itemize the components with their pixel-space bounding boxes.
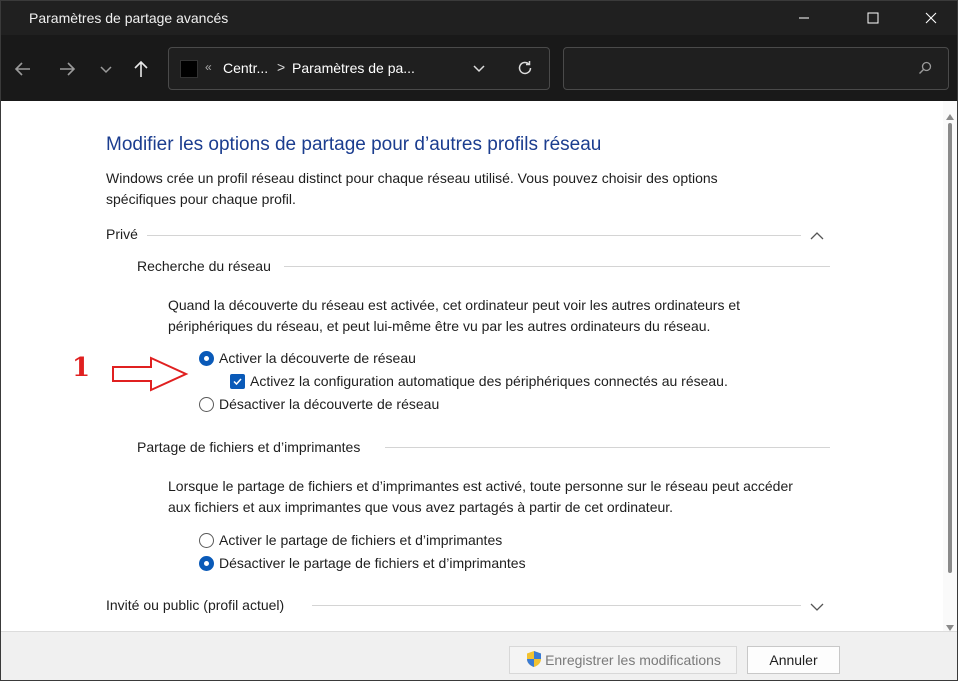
page-intro: Windows crée un profil réseau distinct p…	[106, 170, 718, 207]
file-sharing-label: Partage de fichiers et d’imprimantes	[137, 439, 361, 455]
radio-selected-icon[interactable]	[199, 350, 214, 366]
divider	[147, 235, 801, 236]
close-icon	[925, 12, 937, 24]
radio-label[interactable]: Désactiver la découverte de réseau	[219, 396, 439, 412]
page-title: Modifier les options de partage pour d’a…	[106, 134, 602, 155]
divider	[312, 605, 801, 606]
search-icon[interactable]	[918, 61, 932, 78]
radio-unselected-icon[interactable]	[199, 396, 214, 412]
radio-enable-discovery[interactable]: Activer la découverte de réseau	[199, 350, 416, 366]
save-changes-label[interactable]: Enregistrer les modifications	[545, 652, 721, 668]
chevron-down-icon	[810, 603, 824, 611]
address-dropdown-button[interactable]	[471, 60, 487, 79]
window-title: Paramètres de partage avancés	[29, 10, 229, 26]
window: Paramètres de partage avancés « Centr...	[0, 0, 958, 681]
vertical-scrollbar[interactable]	[943, 101, 957, 631]
title-bar: Paramètres de partage avancés	[1, 1, 957, 35]
radio-unselected-icon[interactable]	[199, 532, 214, 548]
maximize-button[interactable]	[850, 1, 896, 35]
address-bar[interactable]: « Centr... > Paramètres de pa...	[168, 47, 550, 90]
cancel-button[interactable]: Annuler	[747, 646, 840, 674]
radio-selected-icon[interactable]	[199, 555, 214, 571]
radio-disable-discovery[interactable]: Désactiver la découverte de réseau	[199, 396, 439, 412]
expand-public-button[interactable]	[810, 600, 824, 616]
maximize-icon	[867, 12, 879, 24]
checkbox-auto-setup[interactable]: Activez la configuration automatique des…	[230, 373, 728, 389]
file-sharing-description: Lorsque le partage de fichiers et d’impr…	[168, 478, 793, 515]
up-button[interactable]	[129, 57, 153, 81]
breadcrumb-overflow[interactable]: «	[205, 60, 212, 74]
breadcrumb-network-center[interactable]: Centr...	[223, 60, 268, 76]
forward-button[interactable]	[55, 57, 79, 81]
divider	[284, 266, 830, 267]
radio-label[interactable]: Activer la découverte de réseau	[219, 350, 416, 366]
settings-content: Modifier les options de partage pour d’a…	[1, 101, 943, 631]
arrow-right-icon	[60, 62, 76, 76]
chevron-down-icon	[100, 66, 112, 74]
network-discovery-description: Quand la découverte du réseau est activé…	[168, 297, 741, 334]
chevron-up-icon	[810, 232, 824, 240]
arrow-left-icon	[14, 62, 30, 76]
refresh-icon	[518, 61, 532, 75]
checkbox-label[interactable]: Activez la configuration automatique des…	[250, 373, 728, 389]
radio-disable-file-sharing[interactable]: Désactiver le partage de fichiers et d’i…	[199, 555, 526, 571]
save-changes-button[interactable]: Enregistrer les modifications	[509, 646, 737, 674]
breadcrumb-separator[interactable]: >	[277, 59, 285, 75]
minimize-button[interactable]	[781, 1, 827, 35]
profile-public-label: Invité ou public (profil actuel)	[106, 597, 285, 613]
checkbox-checked-icon[interactable]	[230, 373, 245, 389]
uac-shield-icon	[525, 650, 543, 671]
scrollbar-thumb[interactable]	[948, 123, 952, 573]
back-button[interactable]	[11, 57, 35, 81]
recent-locations-button[interactable]	[94, 57, 118, 81]
control-panel-icon	[180, 60, 198, 78]
collapse-private-button[interactable]	[810, 229, 824, 245]
network-discovery-label: Recherche du réseau	[137, 258, 271, 274]
radio-label[interactable]: Activer le partage de fichiers et d’impr…	[219, 532, 502, 548]
radio-enable-file-sharing[interactable]: Activer le partage de fichiers et d’impr…	[199, 532, 502, 548]
profile-private-label: Privé	[106, 226, 138, 242]
annotation-arrow-icon	[111, 356, 189, 397]
navigation-bar: « Centr... > Paramètres de pa...	[1, 35, 957, 101]
close-button[interactable]	[908, 1, 954, 35]
minimize-icon	[799, 17, 809, 19]
scroll-up-icon[interactable]	[946, 107, 954, 123]
radio-label[interactable]: Désactiver le partage de fichiers et d’i…	[219, 555, 526, 571]
refresh-button[interactable]	[516, 59, 534, 80]
annotation-number: 1	[72, 353, 91, 383]
breadcrumb-advanced-sharing[interactable]: Paramètres de pa...	[292, 60, 415, 76]
chevron-down-icon	[473, 65, 485, 73]
footer-bar: Enregistrer les modifications Annuler	[1, 631, 957, 680]
arrow-up-icon	[134, 60, 148, 77]
search-box[interactable]	[563, 47, 949, 90]
divider	[385, 447, 830, 448]
